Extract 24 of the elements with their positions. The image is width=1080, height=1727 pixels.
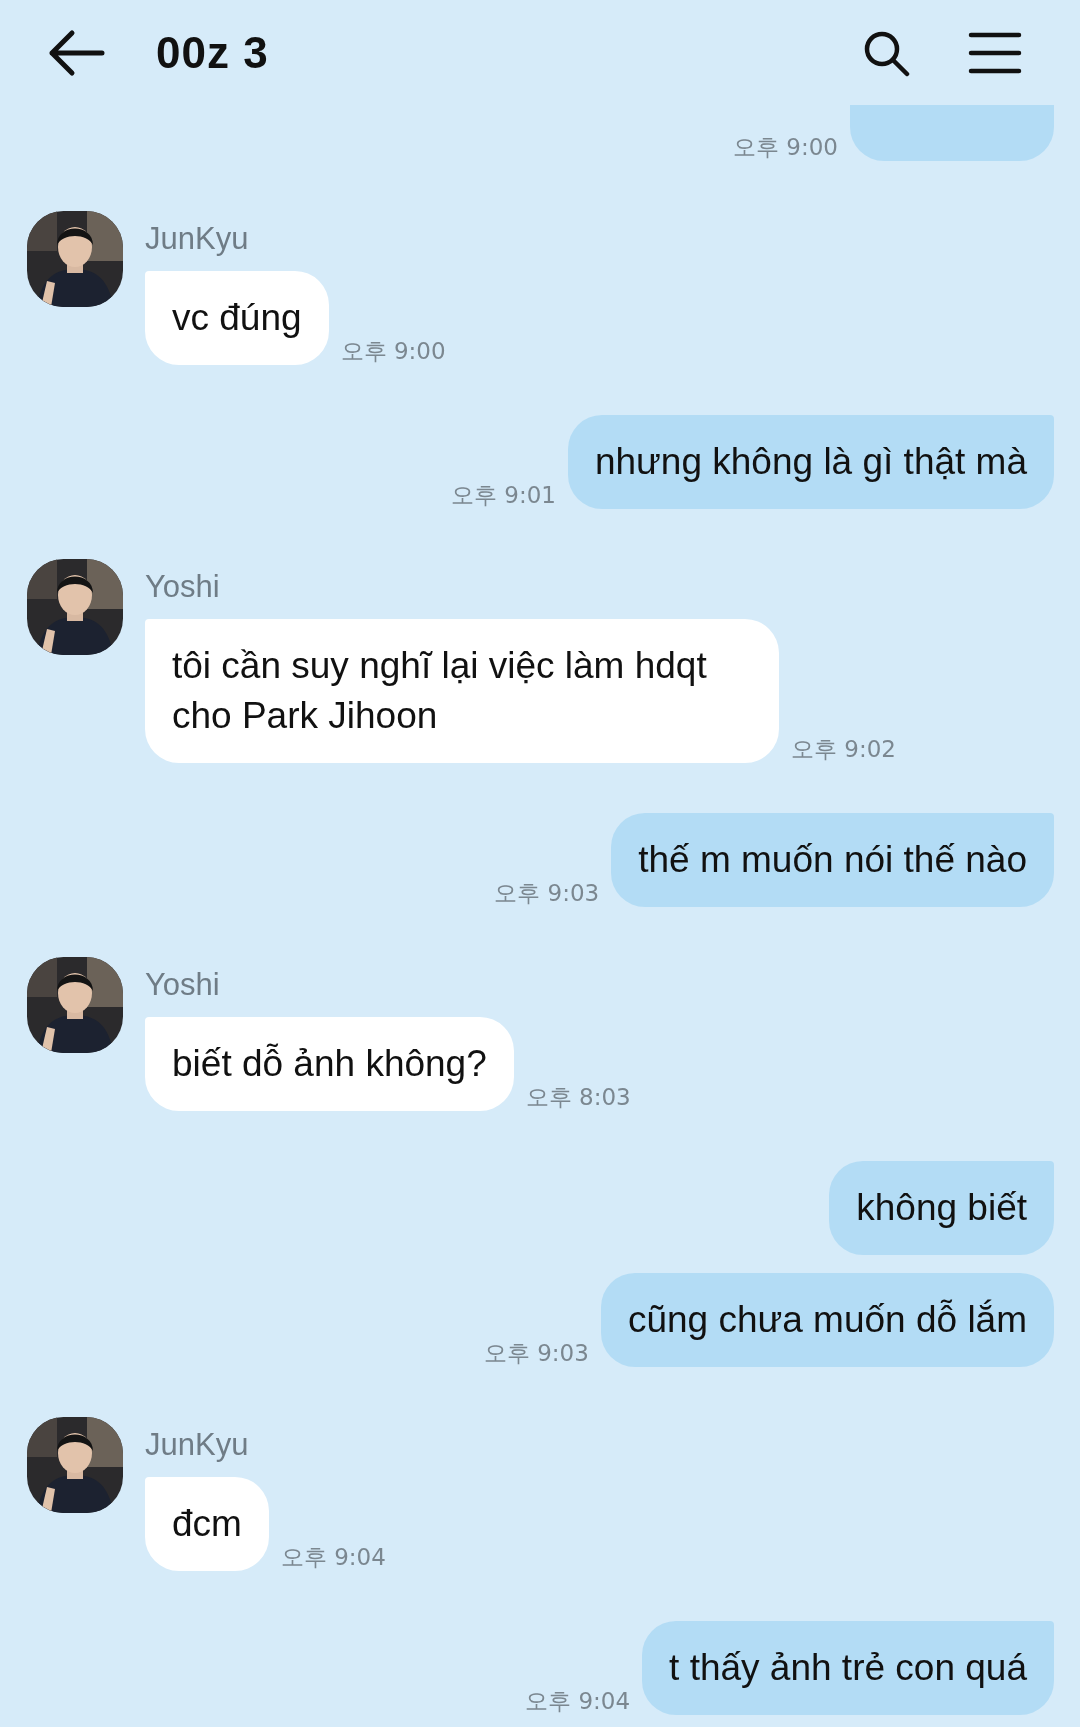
message-bubble: đcm bbox=[145, 1477, 269, 1571]
timestamp: 오후 9:03 bbox=[483, 1339, 589, 1367]
message-bubble: biết dỗ ảnh không? bbox=[145, 1017, 514, 1111]
timestamp: 오후 9:01 bbox=[450, 481, 556, 509]
message-bubble: vc đúng bbox=[145, 271, 329, 365]
timestamp: 오후 9:02 bbox=[791, 735, 896, 763]
chat-title: 00z 3 bbox=[156, 27, 270, 78]
sender-name: Yoshi bbox=[145, 569, 221, 605]
message-bubble: nhưng không là gì thật mà bbox=[567, 415, 1054, 509]
message-bubble: t thấy ảnh trẻ con quá bbox=[642, 1621, 1054, 1715]
sender-name: JunKyu bbox=[145, 221, 250, 257]
sender-name: Yoshi bbox=[145, 967, 221, 1003]
timestamp: 오후 9:04 bbox=[525, 1687, 631, 1715]
timestamp: 오후 9:03 bbox=[494, 879, 600, 907]
message-bubble: tôi cần suy nghĩ lại việc làm hdqt cho Park Jihoon bbox=[145, 619, 779, 763]
timestamp: 오후 8:03 bbox=[525, 1083, 631, 1111]
timestamp: 오후 9:00 bbox=[340, 337, 446, 365]
message-bubble: không biết bbox=[829, 1161, 1054, 1255]
timestamp: 오후 9:00 bbox=[733, 133, 838, 161]
message-bubble: cũng chưa muốn dỗ lắm bbox=[600, 1273, 1054, 1367]
menu-icon[interactable] bbox=[968, 30, 1022, 75]
sender-name: JunKyu bbox=[145, 1427, 250, 1463]
message-bubble: thế m muốn nói thế nào bbox=[611, 813, 1054, 907]
timestamp: 오후 9:04 bbox=[280, 1543, 386, 1571]
